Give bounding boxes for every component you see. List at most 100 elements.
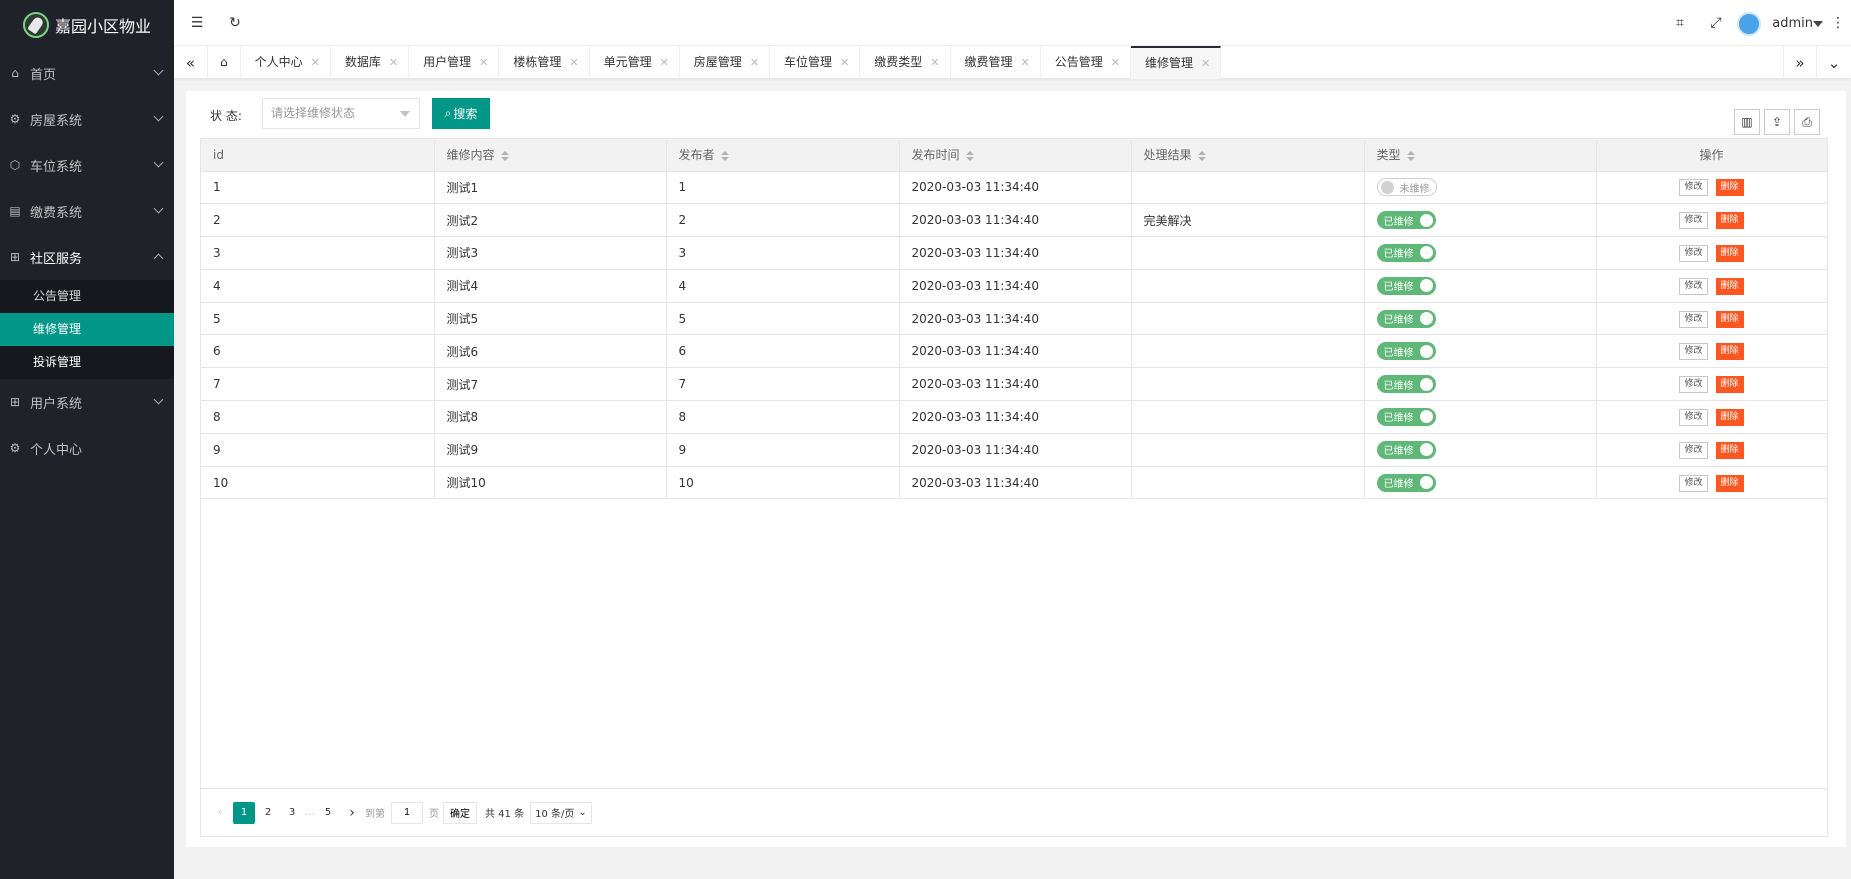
sidebar-item-community[interactable]: ⊞ 社区服务 <box>0 234 174 280</box>
repair-status-toggle[interactable]: 已维修 <box>1376 276 1436 295</box>
close-icon[interactable]: ✕ <box>930 56 939 69</box>
close-icon[interactable]: ✕ <box>389 56 398 69</box>
repair-status-toggle[interactable]: 未维修 <box>1376 178 1437 197</box>
sort-icon[interactable] <box>500 150 509 161</box>
export-icon[interactable]: ⇪ <box>1764 109 1790 135</box>
sidebar-item-profile[interactable]: ⚙ 个人中心 <box>0 425 174 471</box>
tab-fee-type[interactable]: 缴费类型 ✕ <box>860 46 951 79</box>
sidebar-subitem-complaint[interactable]: 投诉管理 <box>0 346 174 379</box>
sort-icon[interactable] <box>1197 150 1206 161</box>
refresh-icon[interactable]: ↻ <box>224 12 246 34</box>
edit-button[interactable]: 修改 <box>1679 277 1708 295</box>
tab-profile[interactable]: 个人中心 ✕ <box>241 46 331 79</box>
edit-button[interactable]: 修改 <box>1679 310 1708 328</box>
tab-user-manage[interactable]: 用户管理 ✕ <box>409 46 500 79</box>
repair-status-toggle[interactable]: 已维修 <box>1376 211 1436 230</box>
sort-icon[interactable] <box>720 150 729 161</box>
close-icon[interactable]: ✕ <box>840 56 849 69</box>
tab-building-manage[interactable]: 楼栋管理 ✕ <box>499 46 590 79</box>
delete-button[interactable]: 删除 <box>1715 277 1744 295</box>
tab-notice-manage[interactable]: 公告管理 ✕ <box>1041 46 1131 79</box>
repair-status-toggle[interactable]: 已维修 <box>1376 440 1436 459</box>
sort-icon[interactable] <box>1406 150 1415 161</box>
tab-parking-manage[interactable]: 车位管理 ✕ <box>770 46 861 79</box>
column-header-content[interactable]: 维修内容 <box>434 139 667 172</box>
close-icon[interactable]: ✕ <box>479 56 488 69</box>
edit-button[interactable]: 修改 <box>1679 212 1708 230</box>
column-header-type[interactable]: 类型 <box>1364 139 1597 172</box>
close-icon[interactable]: ✕ <box>1021 56 1030 69</box>
sidebar-subitem-repair[interactable]: 维修管理 <box>0 313 174 346</box>
tab-repair-manage[interactable]: 维修管理 ✕ <box>1130 46 1222 79</box>
sort-icon[interactable] <box>965 150 974 161</box>
edit-button[interactable]: 修改 <box>1679 474 1708 492</box>
avatar[interactable] <box>1737 12 1761 36</box>
fullscreen-icon[interactable]: ⤢ <box>1705 12 1727 34</box>
page-2[interactable]: 2 <box>257 802 279 824</box>
delete-button[interactable]: 删除 <box>1715 343 1744 361</box>
delete-button[interactable]: 删除 <box>1715 244 1744 262</box>
column-header-publisher[interactable]: 发布者 <box>666 139 900 172</box>
close-icon[interactable]: ✕ <box>569 56 578 69</box>
sidebar-subitem-notice[interactable]: 公告管理 <box>0 280 174 313</box>
repair-status-toggle[interactable]: 已维修 <box>1376 473 1436 492</box>
column-header-time[interactable]: 发布时间 <box>899 139 1132 172</box>
tab-house-manage[interactable]: 房屋管理 ✕ <box>680 46 771 79</box>
page-3[interactable]: 3 <box>281 802 303 824</box>
close-icon[interactable]: ✕ <box>750 56 759 69</box>
delete-button[interactable]: 删除 <box>1715 179 1744 197</box>
close-icon[interactable]: ✕ <box>1111 56 1120 69</box>
goto-confirm-button[interactable]: 确定 <box>443 801 477 824</box>
goto-page-input[interactable] <box>391 801 423 824</box>
menu-toggle-icon[interactable]: ☰ <box>186 12 208 34</box>
tabs-next-icon[interactable]: » <box>1783 46 1817 79</box>
tag-icon[interactable]: ⌗ <box>1669 12 1691 34</box>
sidebar-item-payment[interactable]: ▤ 缴费系统 <box>0 188 174 234</box>
cell-result <box>1131 269 1365 303</box>
delete-button[interactable]: 删除 <box>1715 441 1744 459</box>
next-page-icon[interactable]: › <box>341 802 363 824</box>
delete-button[interactable]: 删除 <box>1715 376 1744 394</box>
delete-button[interactable]: 删除 <box>1715 474 1744 492</box>
edit-button[interactable]: 修改 <box>1679 408 1708 426</box>
repair-status-toggle[interactable]: 已维修 <box>1376 309 1436 328</box>
edit-button[interactable]: 修改 <box>1679 244 1708 262</box>
edit-button[interactable]: 修改 <box>1679 179 1708 197</box>
close-icon[interactable]: ✕ <box>660 56 669 69</box>
delete-button[interactable]: 删除 <box>1715 310 1744 328</box>
more-icon[interactable]: ⋮ <box>1827 12 1849 34</box>
page-5[interactable]: 5 <box>317 802 339 824</box>
print-icon[interactable]: ⎙ <box>1794 109 1820 135</box>
sidebar-item-parking[interactable]: ⬡ 车位系统 <box>0 142 174 188</box>
page-size-select[interactable]: 10 条/页 ⌄ <box>530 801 592 824</box>
tabs-prev-icon[interactable]: « <box>174 46 208 79</box>
edit-button[interactable]: 修改 <box>1679 343 1708 361</box>
caret-down-icon[interactable] <box>1813 21 1823 27</box>
tab-unit-manage[interactable]: 单元管理 ✕ <box>590 46 680 79</box>
page-1[interactable]: 1 <box>233 801 255 824</box>
edit-button[interactable]: 修改 <box>1679 376 1708 394</box>
status-select[interactable]: 请选择维修状态 <box>262 98 420 129</box>
repair-status-toggle[interactable]: 已维修 <box>1376 243 1436 262</box>
user-name[interactable]: admin <box>1772 16 1813 31</box>
close-icon[interactable]: ✕ <box>1201 57 1210 70</box>
column-header-result[interactable]: 处理结果 <box>1131 139 1365 172</box>
tab-database[interactable]: 数据库 ✕ <box>331 46 410 79</box>
prev-page-icon[interactable]: ‹ <box>209 802 231 824</box>
edit-button[interactable]: 修改 <box>1679 441 1708 459</box>
sidebar-item-housing[interactable]: ⚙ 房屋系统 <box>0 96 174 142</box>
delete-button[interactable]: 删除 <box>1715 212 1744 230</box>
search-button[interactable]: ⌕ 搜索 <box>432 98 490 129</box>
tab-fee-manage[interactable]: 缴费管理 ✕ <box>951 46 1041 79</box>
repair-status-toggle[interactable]: 已维修 <box>1376 407 1436 426</box>
column-header-id[interactable]: id <box>201 139 435 172</box>
repair-status-toggle[interactable]: 已维修 <box>1376 375 1436 394</box>
columns-filter-icon[interactable]: ▥ <box>1734 109 1760 135</box>
delete-button[interactable]: 删除 <box>1715 408 1744 426</box>
sidebar-item-home[interactable]: ⌂ 首页 <box>0 50 174 96</box>
tabs-menu-chevron-icon[interactable]: ⌄ <box>1817 46 1851 79</box>
repair-status-toggle[interactable]: 已维修 <box>1376 342 1436 361</box>
sidebar-item-users[interactable]: ⊞ 用户系统 <box>0 379 174 425</box>
tab-home[interactable]: ⌂ <box>208 46 241 79</box>
close-icon[interactable]: ✕ <box>311 56 320 69</box>
